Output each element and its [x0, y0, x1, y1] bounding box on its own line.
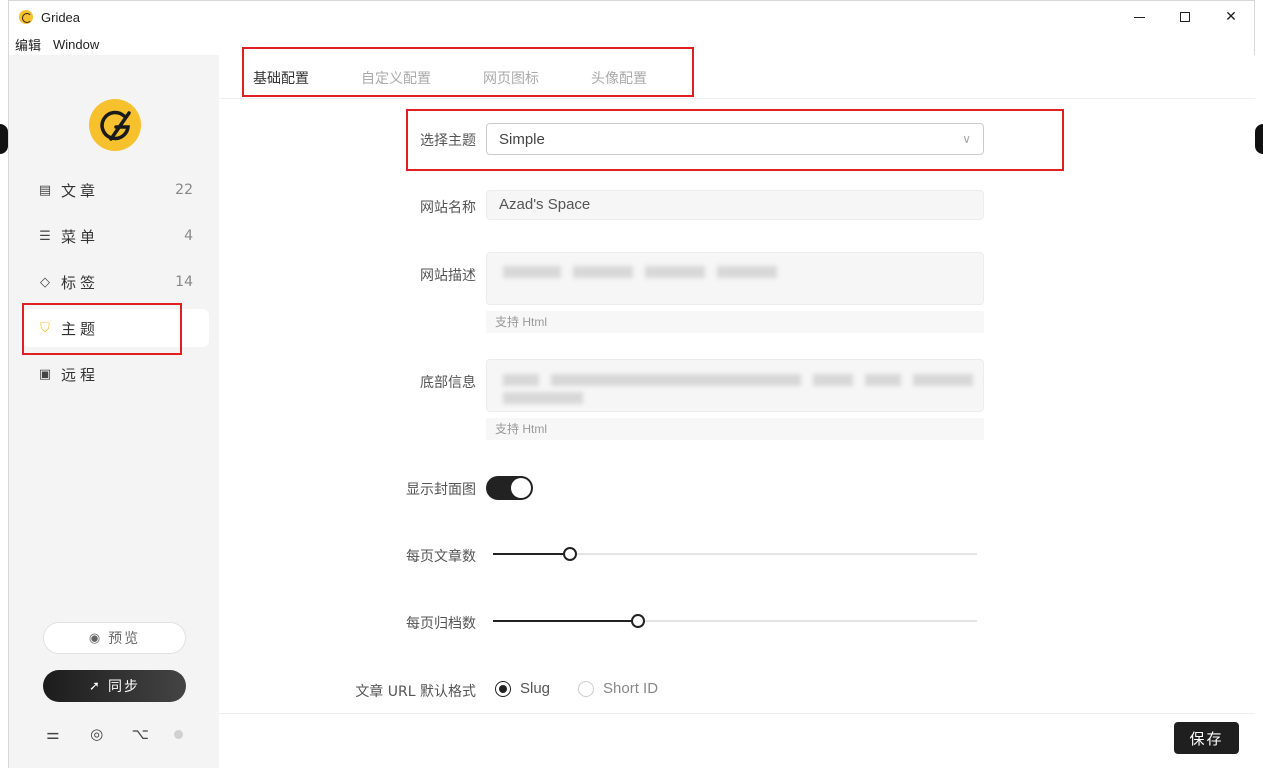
- sidebar-item-articles[interactable]: ▤ 文章 22: [23, 171, 209, 209]
- posts-per-page-label: 每页文章数: [406, 549, 476, 565]
- url-format-label: 文章 URL 默认格式: [355, 684, 476, 700]
- sidebar-item-label: 文章: [61, 181, 100, 200]
- main-panel: 基础配置 自定义配置 网页图标 头像配置 选择主题 Simple ∨ 网站名称 …: [219, 55, 1255, 768]
- redacted-text: [503, 266, 777, 278]
- minimize-icon: [1133, 16, 1145, 18]
- settings-sliders-icon[interactable]: ⚌: [43, 725, 63, 743]
- chevron-down-icon: ∨: [962, 132, 971, 146]
- show-cover-toggle[interactable]: [486, 476, 533, 500]
- tab-basic[interactable]: 基础配置: [219, 68, 335, 98]
- remote-icon: ▣: [38, 366, 52, 382]
- config-tabs: 基础配置 自定义配置 网页图标 头像配置: [219, 55, 1255, 99]
- eye-icon: ◉: [88, 630, 101, 646]
- sidebar-item-count: 22: [175, 182, 193, 198]
- preview-label: 预览: [108, 631, 141, 647]
- radio-label: Short ID: [603, 680, 659, 697]
- tab-custom[interactable]: 自定义配置: [335, 68, 457, 98]
- close-icon: ✕: [1225, 9, 1237, 25]
- article-icon: ▤: [38, 182, 52, 198]
- main-footer: 保存: [219, 713, 1255, 768]
- tab-favicon[interactable]: 网页图标: [457, 68, 565, 98]
- menu-icon: ☰: [39, 228, 51, 244]
- sidebar-nav: ▤ 文章 22 ☰ 菜单 4 ◇ 标签 14 ⛉ 主题 ▣ 远程: [23, 171, 209, 401]
- menu-window[interactable]: Window: [53, 37, 99, 52]
- toggle-knob: [511, 478, 531, 498]
- globe-icon[interactable]: ◎: [87, 725, 107, 743]
- footer-info-textarea[interactable]: [486, 359, 984, 412]
- sync-button[interactable]: ➚ 同步: [43, 670, 186, 702]
- gridea-app-icon: [19, 10, 33, 24]
- footer-info-hint: 支持 Html: [486, 418, 984, 440]
- maximize-icon: [1180, 12, 1190, 22]
- redacted-text: [503, 374, 973, 386]
- sidebar-item-tags[interactable]: ◇ 标签 14: [23, 263, 209, 301]
- theme-label: 选择主题: [420, 133, 476, 149]
- close-button[interactable]: ✕: [1208, 1, 1254, 33]
- redacted-text: [503, 392, 583, 404]
- site-name-label: 网站名称: [420, 200, 476, 216]
- desktop-left-edge: [0, 0, 8, 768]
- radio-label: Slug: [520, 680, 551, 697]
- sidebar-item-count: 14: [175, 274, 193, 290]
- radio-indicator: [495, 680, 511, 697]
- sidebar: ▤ 文章 22 ☰ 菜单 4 ◇ 标签 14 ⛉ 主题 ▣ 远程 ◉ 预览 ➚ …: [9, 55, 219, 768]
- sidebar-footer: ⚌ ◎ ⌥: [43, 725, 183, 743]
- menu-bar: 编辑 Window: [9, 33, 105, 55]
- theme-select-value: Simple: [499, 130, 545, 148]
- shirt-icon: ⛉: [40, 320, 50, 336]
- site-desc-textarea[interactable]: [486, 252, 984, 305]
- theme-select[interactable]: Simple ∨: [486, 123, 984, 155]
- site-desc-hint: 支持 Html: [486, 311, 984, 333]
- radio-indicator: [578, 680, 595, 697]
- sidebar-item-label: 主题: [61, 319, 100, 338]
- desktop-right-edge: [1255, 0, 1263, 768]
- sidebar-item-theme[interactable]: ⛉ 主题: [23, 309, 209, 347]
- status-dot: [173, 729, 183, 739]
- radio-short-id[interactable]: Short ID: [578, 680, 658, 697]
- sidebar-item-remote[interactable]: ▣ 远程: [23, 355, 209, 393]
- tab-avatar[interactable]: 头像配置: [565, 68, 673, 98]
- window-title: Gridea: [41, 9, 81, 25]
- slider-thumb[interactable]: [631, 614, 646, 628]
- footer-info-label: 底部信息: [420, 375, 476, 391]
- preview-button[interactable]: ◉ 预览: [43, 622, 186, 654]
- sidebar-item-label: 菜单: [61, 227, 100, 246]
- sidebar-item-label: 远程: [61, 365, 100, 384]
- rocket-icon: ➚: [89, 678, 100, 694]
- archives-per-page-label: 每页归档数: [406, 616, 476, 632]
- minimize-button[interactable]: [1116, 1, 1162, 33]
- gridea-logo: [89, 99, 141, 151]
- window-controls: ✕: [1116, 1, 1254, 33]
- save-button[interactable]: 保存: [1174, 722, 1239, 754]
- show-cover-label: 显示封面图: [406, 482, 476, 498]
- tag-icon: ◇: [40, 274, 50, 290]
- title-bar: Gridea ✕: [9, 1, 1254, 33]
- slider-thumb[interactable]: [563, 547, 578, 561]
- radio-slug[interactable]: Slug: [495, 680, 550, 697]
- sidebar-item-label: 标签: [61, 273, 100, 292]
- menu-edit[interactable]: 编辑: [15, 35, 41, 54]
- sync-label: 同步: [107, 679, 140, 695]
- archives-per-page-slider[interactable]: [493, 614, 977, 628]
- maximize-button[interactable]: [1162, 1, 1208, 33]
- github-icon[interactable]: ⌥: [130, 725, 150, 743]
- sidebar-item-menus[interactable]: ☰ 菜单 4: [23, 217, 209, 255]
- app-window: Gridea ✕ 编辑 Window ▤ 文章 22 ☰ 菜单 4 ◇ 标签 1…: [8, 0, 1255, 768]
- sidebar-item-count: 4: [184, 228, 193, 244]
- site-desc-label: 网站描述: [420, 268, 476, 284]
- site-name-input[interactable]: Azad's Space: [486, 190, 984, 220]
- url-format-radio-group: Slug Short ID: [495, 680, 686, 697]
- posts-per-page-slider[interactable]: [493, 547, 977, 561]
